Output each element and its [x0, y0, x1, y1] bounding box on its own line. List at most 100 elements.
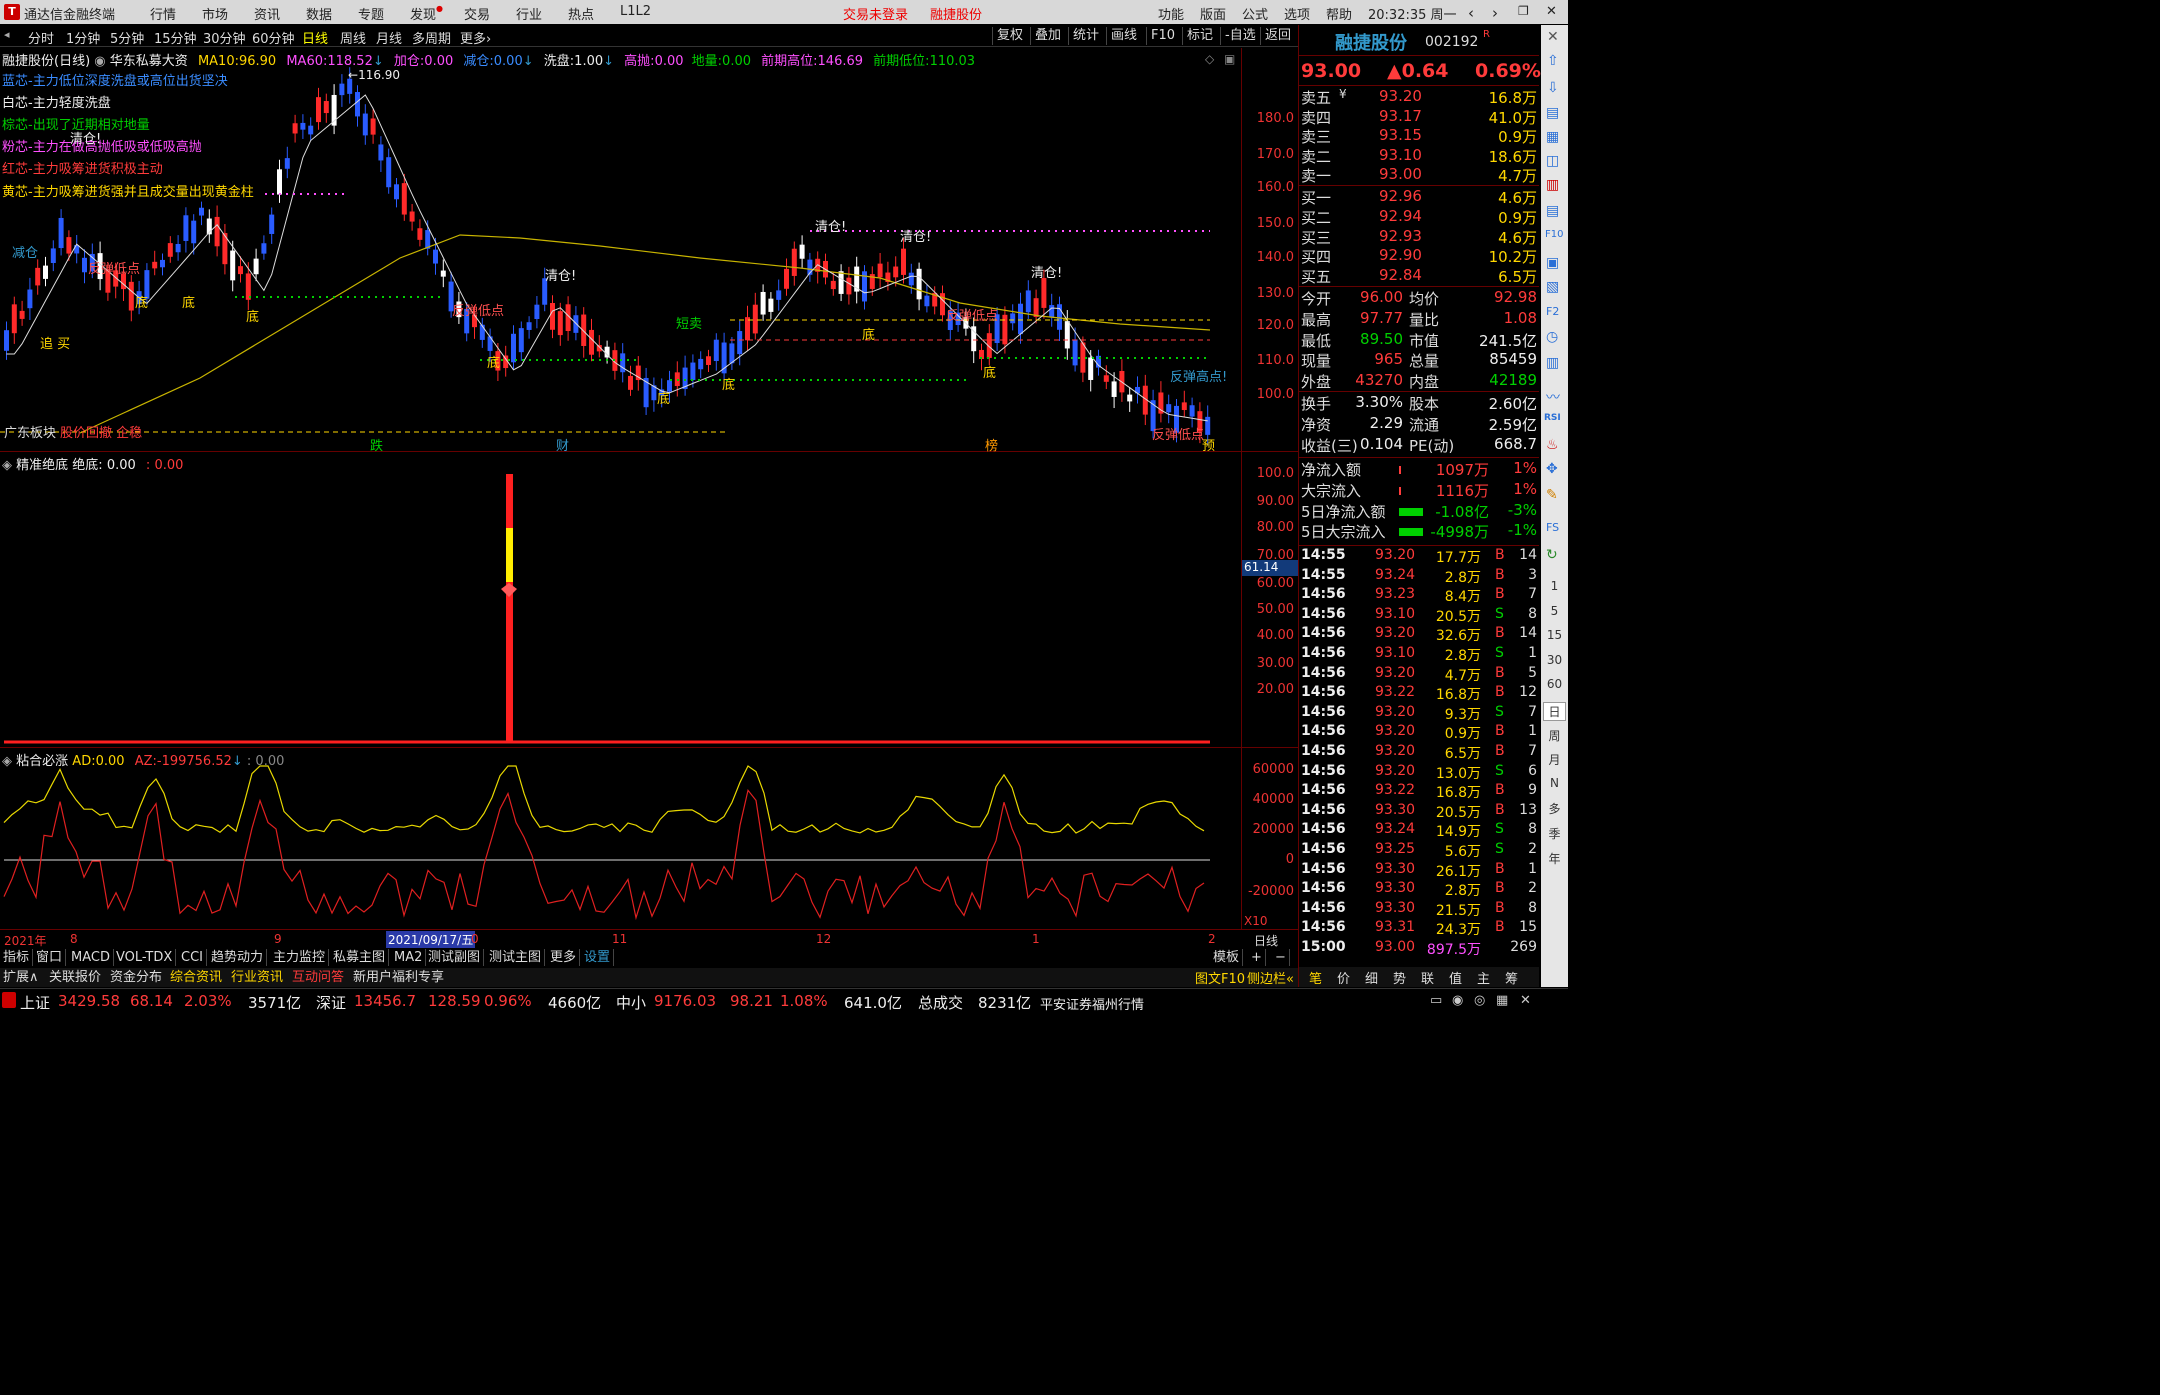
menu-banmian[interactable]: 版面 — [1200, 4, 1226, 23]
tab-ceshi-fu[interactable]: 测试副图 — [425, 949, 485, 966]
ask-row[interactable]: 卖三 93.15 0.9万 — [1299, 126, 1539, 146]
period-15min[interactable]: 15分钟 — [154, 28, 197, 47]
side-period-9[interactable]: 多 — [1543, 800, 1566, 817]
tab-ceshi-zhu[interactable]: 测试主图 — [486, 949, 546, 966]
indicator-panel-2[interactable]: ◈ 粘合必涨 AD:0.00 AZ:-199756.52↓ : 0.00 600… — [0, 748, 1298, 930]
tick-row[interactable]: 14:56 93.22 16.8万 B 12 — [1299, 684, 1539, 703]
side-period-8[interactable]: N — [1543, 776, 1566, 790]
panel-toggle-icon[interactable]: ▣ — [1224, 52, 1235, 66]
tick-row[interactable]: 14:56 93.10 20.5万 S 8 — [1299, 606, 1539, 625]
link-hudong[interactable]: 互动问答 — [289, 969, 347, 986]
side-period-10[interactable]: 季 — [1543, 825, 1566, 842]
tick-list[interactable]: 14:55 93.20 17.7万 B 14 14:55 93.24 2.8万 B 3 14:56 9… — [1299, 547, 1539, 965]
sh-label[interactable]: 上证 — [20, 992, 50, 1013]
tools-icon[interactable]: ✕ — [1520, 993, 1531, 1008]
ask-row[interactable]: 卖五 ¥93.20 16.8万 — [1299, 87, 1539, 107]
menu-zhuanti[interactable]: 专题 — [358, 4, 384, 23]
restore-icon[interactable]: ❐ — [1518, 4, 1529, 18]
tab-moban[interactable]: 模板 — [1210, 949, 1244, 966]
qtab-jia[interactable]: 价 — [1337, 968, 1350, 987]
period-more[interactable]: 更多› — [460, 28, 491, 47]
note-icon[interactable]: ▧ — [1546, 279, 1559, 295]
clock-icon[interactable]: ◷ — [1546, 329, 1558, 345]
tick-row[interactable]: 14:56 93.20 0.9万 B 1 — [1299, 723, 1539, 742]
menu-zixun[interactable]: 资讯 — [254, 4, 280, 23]
arrow-down-icon[interactable]: ⇩ — [1547, 80, 1559, 96]
period-multi[interactable]: 多周期 — [412, 28, 451, 47]
tick-row[interactable]: 14:56 93.20 4.7万 B 5 — [1299, 665, 1539, 684]
side-period-5[interactable]: 日 — [1543, 702, 1566, 721]
minus-icon[interactable]: − — [1272, 949, 1290, 966]
tick-row[interactable]: 14:56 93.20 13.0万 S 6 — [1299, 763, 1539, 782]
tick-row[interactable]: 14:56 93.22 16.8万 B 9 — [1299, 782, 1539, 801]
link-guanlian[interactable]: 关联报价 — [46, 969, 104, 986]
link-hangye[interactable]: 行业资讯 — [228, 969, 286, 986]
tick-row[interactable]: 14:56 93.31 24.3万 B 15 — [1299, 919, 1539, 938]
menu-faxian[interactable]: 发现● — [410, 4, 443, 23]
doc-icon[interactable]: ▤ — [1546, 105, 1559, 121]
tick-row[interactable]: 14:56 93.30 21.5万 B 8 — [1299, 900, 1539, 919]
menu-shuju[interactable]: 数据 — [306, 4, 332, 23]
tick-row[interactable]: 14:56 93.10 2.8万 S 1 — [1299, 645, 1539, 664]
indicator-circle-icon[interactable]: ◉ — [94, 54, 105, 69]
forward-arrow-icon[interactable]: › — [1492, 4, 1498, 22]
layout-icon[interactable]: ▦ — [1496, 993, 1508, 1008]
tick-row[interactable]: 14:56 93.30 26.1万 B 1 — [1299, 861, 1539, 880]
tick-row[interactable]: 14:56 93.23 8.4万 B 7 — [1299, 586, 1539, 605]
settings-icon[interactable]: ◎ — [1474, 993, 1485, 1008]
btn-fanhui[interactable]: 返回 — [1260, 27, 1295, 45]
indicator-panel-1[interactable]: ◈ 精准绝底 绝底: 0.00 : 0.00 100.0 90.00 80.00… — [0, 452, 1298, 748]
btn-tongji[interactable]: 统计 — [1068, 27, 1103, 45]
tab-ma2[interactable]: MA2 — [391, 949, 427, 966]
tab-qushi[interactable]: 趋势动力 — [208, 949, 268, 966]
tab-zhibiao[interactable]: 指标 — [0, 949, 34, 966]
arrow-up-icon[interactable]: ⇧ — [1547, 53, 1559, 69]
link-f10[interactable]: 图文F10 — [1195, 968, 1246, 987]
tick-row[interactable]: 14:56 93.25 5.6万 S 2 — [1299, 841, 1539, 860]
qtab-xi[interactable]: 细 — [1365, 968, 1378, 987]
menu-redian[interactable]: 热点 — [568, 4, 594, 23]
collapse-icon[interactable]: ◂ — [4, 28, 10, 41]
link-zonghe[interactable]: 综合资讯 — [167, 969, 225, 986]
tick-row[interactable]: 15:00 93.00 897.5万 269 — [1299, 939, 1539, 958]
btn-zixuan[interactable]: -自选 — [1220, 27, 1260, 45]
menu-xuanxiang[interactable]: 选项 — [1284, 4, 1310, 23]
bid-row[interactable]: 买五 92.84 6.5万 — [1299, 266, 1539, 286]
btn-huaxian[interactable]: 画线 — [1106, 27, 1141, 45]
close-icon[interactable]: ✕ — [1546, 4, 1557, 19]
tick-row[interactable]: 14:55 93.20 17.7万 B 14 — [1299, 547, 1539, 566]
tab-zhuli[interactable]: 主力监控 — [270, 949, 330, 966]
tab-shezhi[interactable]: 设置 — [581, 949, 615, 966]
refresh-icon[interactable]: ↻ — [1546, 547, 1558, 563]
qtab-lian[interactable]: 联 — [1421, 968, 1434, 987]
bid-row[interactable]: 买三 92.93 4.6万 — [1299, 227, 1539, 247]
menu-shichang[interactable]: 市场 — [202, 4, 228, 23]
side-period-4[interactable]: 60 — [1543, 677, 1566, 691]
period-1min[interactable]: 1分钟 — [66, 28, 100, 47]
period-5min[interactable]: 5分钟 — [110, 28, 144, 47]
tick-row[interactable]: 14:56 93.30 20.5万 B 13 — [1299, 802, 1539, 821]
side-period-6[interactable]: 周 — [1543, 727, 1566, 744]
pen-icon[interactable]: ✎ — [1546, 487, 1558, 503]
rsi-icon[interactable]: RSI — [1544, 413, 1561, 423]
back-arrow-icon[interactable]: ‹ — [1468, 4, 1474, 22]
bid-row[interactable]: 买四 92.90 10.2万 — [1299, 246, 1539, 266]
side-period-7[interactable]: 月 — [1543, 751, 1566, 768]
fs-icon[interactable]: FS — [1546, 521, 1559, 534]
tab-macd[interactable]: MACD — [68, 949, 114, 966]
menu-jiaoyi[interactable]: 交易 — [464, 4, 490, 23]
list-icon[interactable]: ▤ — [1546, 203, 1559, 219]
bid-row[interactable]: 买一 92.96 4.6万 — [1299, 187, 1539, 207]
btn-fuquan[interactable]: 复权 — [992, 27, 1027, 45]
link-zijin[interactable]: 资金分布 — [107, 969, 165, 986]
btn-diejia[interactable]: 叠加 — [1030, 27, 1065, 45]
menu-gongshi[interactable]: 公式 — [1242, 4, 1268, 23]
close-panel-icon[interactable]: ✕ — [1547, 29, 1559, 45]
candle-icon[interactable]: ▥ — [1546, 177, 1559, 193]
side-period-2[interactable]: 15 — [1543, 628, 1566, 642]
menu-gongneng[interactable]: 功能 — [1158, 4, 1184, 23]
btn-biaoji[interactable]: 标记 — [1182, 27, 1217, 45]
period-monthly[interactable]: 月线 — [376, 28, 402, 47]
sz-label[interactable]: 深证 — [316, 992, 346, 1013]
qtab-zhu[interactable]: 主 — [1477, 968, 1490, 987]
